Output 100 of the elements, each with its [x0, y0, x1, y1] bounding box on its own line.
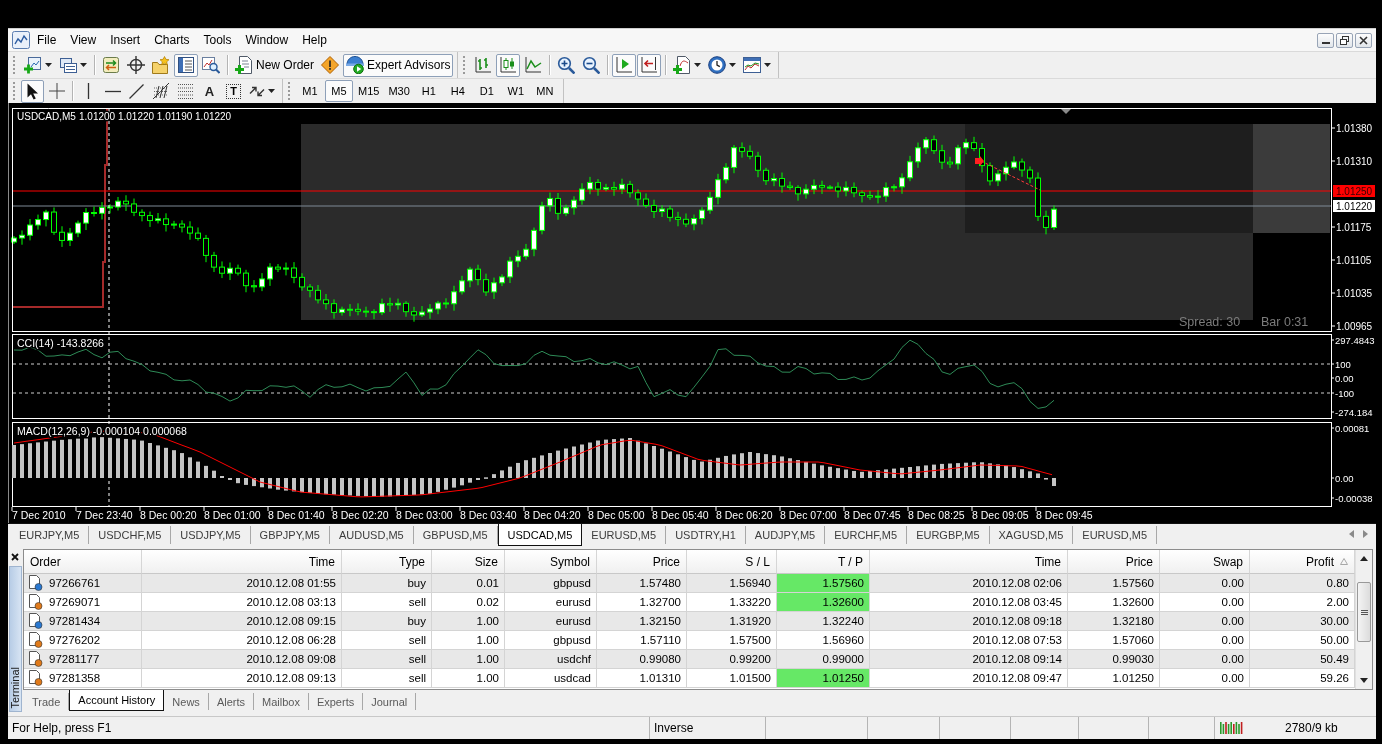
column-header[interactable]: Price — [597, 550, 687, 574]
column-header[interactable]: Swap — [1160, 550, 1250, 574]
terminal-tab[interactable]: Journal — [363, 693, 417, 710]
column-header[interactable]: Size — [432, 550, 505, 574]
price-label: 1.01175 — [1336, 222, 1372, 233]
chart-tab[interactable]: EURJPY,M5 — [10, 526, 90, 544]
indicator-axis-label: 0.00081 — [1335, 423, 1370, 434]
caret-icon — [694, 63, 702, 67]
indicator-title: CCI(14) -143.8266 — [17, 337, 104, 349]
status-text: For Help, press F1 — [12, 721, 112, 735]
column-header[interactable]: Time — [142, 550, 342, 574]
table-cell: 1.00 — [432, 669, 505, 688]
restore-button[interactable] — [1336, 32, 1353, 48]
candlesticks-button[interactable] — [496, 53, 521, 77]
table-cell: 97269071 — [49, 596, 101, 608]
terminal-tab[interactable]: Experts — [308, 693, 364, 710]
timeframe-button[interactable]: M5 — [325, 80, 353, 102]
chart-tab[interactable]: USDTRY,H1 — [666, 526, 746, 544]
time-label: 8 Dec 05:00 — [588, 509, 645, 521]
menu-item[interactable]: Insert — [103, 30, 148, 50]
timeframe-button[interactable]: MN — [530, 80, 559, 102]
restore-icon — [1340, 35, 1349, 45]
chart-tab[interactable]: XAGUSD,M5 — [989, 526, 1074, 544]
horizontal-line-icon — [104, 89, 121, 93]
table-cell: 1.01310 — [597, 669, 687, 688]
table-cell: 1.57560 — [777, 574, 870, 593]
timeframe-button[interactable]: D1 — [472, 80, 501, 102]
cursor-button[interactable] — [21, 79, 44, 103]
chart-tab[interactable]: AUDJPY,M5 — [745, 526, 826, 544]
crosshair-icon — [127, 56, 145, 74]
scroll-left-icon[interactable] — [1349, 530, 1354, 538]
column-header[interactable]: Symbol — [505, 550, 597, 574]
chart-tab[interactable]: EURGBP,M5 — [907, 526, 990, 544]
close-button[interactable] — [1355, 32, 1372, 48]
timeframe-button[interactable]: M1 — [296, 80, 324, 102]
caret-icon — [268, 89, 275, 93]
price-label: 1.01310 — [1336, 156, 1373, 167]
table-cell: sell — [342, 669, 432, 688]
timeframe-button[interactable]: M30 — [384, 80, 414, 102]
toolbar-grip[interactable] — [13, 56, 17, 74]
column-header[interactable]: Type — [342, 550, 432, 574]
column-header[interactable]: T / P — [777, 550, 870, 574]
timeframe-button[interactable]: M15 — [354, 80, 384, 102]
menu-item[interactable]: Help — [295, 30, 334, 50]
toolbar-grip[interactable] — [463, 56, 468, 74]
signal-bars-icon — [1220, 722, 1243, 734]
scrollbar-thumb[interactable] — [1357, 582, 1371, 642]
terminal-button[interactable] — [174, 53, 198, 77]
column-header[interactable]: Price — [1068, 550, 1160, 574]
time-label: 8 Dec 01:00 — [204, 509, 261, 521]
crosshair-button[interactable] — [124, 53, 148, 77]
expert-advisors-button[interactable]: Expert Advisors — [343, 53, 454, 77]
column-header[interactable]: Order — [24, 550, 142, 574]
timeframe-button[interactable]: W1 — [501, 80, 530, 102]
menu-item[interactable]: Charts — [147, 30, 197, 50]
text-tool-button[interactable]: A — [198, 79, 221, 103]
terminal-tab[interactable]: Alerts — [208, 693, 254, 710]
new-order-button[interactable]: New Order — [232, 53, 317, 77]
terminal-tab[interactable]: Mailbox — [254, 693, 309, 710]
chart-tab[interactable]: USDCAD,M5 — [497, 524, 583, 546]
timeframe-button[interactable]: H1 — [414, 80, 443, 102]
clock-icon — [708, 56, 727, 74]
time-label: 8 Dec 00:20 — [140, 509, 197, 521]
chart-tab[interactable]: GBPUSD,M5 — [413, 526, 498, 544]
time-label: 8 Dec 08:25 — [908, 509, 965, 521]
chart-tab[interactable]: GBPJPY,M5 — [250, 526, 330, 544]
chart-shift-button[interactable] — [637, 53, 662, 77]
menu-item[interactable]: File — [30, 30, 64, 50]
column-header[interactable]: Profit — [1250, 550, 1355, 574]
timeframe-button[interactable]: H4 — [443, 80, 472, 102]
terminal-tab[interactable]: News — [164, 693, 209, 710]
menu-item[interactable]: Window — [238, 30, 296, 50]
chart-tab[interactable]: EURUSD,M5 — [1073, 526, 1158, 544]
panel-close-button[interactable] — [9, 551, 21, 563]
indicator-axis-label: -100 — [1335, 388, 1354, 399]
toolbar-grip[interactable] — [13, 82, 17, 100]
toolbar-grip[interactable] — [288, 82, 292, 100]
close-icon — [11, 553, 19, 561]
column-header[interactable]: Time — [870, 550, 1068, 574]
time-label: 8 Dec 01:40 — [268, 509, 325, 521]
chart-tab[interactable]: USDCHF,M5 — [89, 526, 172, 544]
chart-plus-icon — [24, 56, 42, 74]
column-header[interactable]: S / L — [687, 550, 777, 574]
document-icon — [28, 651, 43, 667]
time-label: 8 Dec 09:05 — [972, 509, 1029, 521]
chart-tab[interactable]: EURCHF,M5 — [825, 526, 908, 544]
warning-button[interactable] — [318, 53, 342, 77]
chart-tab[interactable]: USDJPY,M5 — [171, 526, 251, 544]
menu-item[interactable]: View — [63, 30, 104, 50]
chart-tab[interactable]: EURUSD,M5 — [582, 526, 667, 544]
scroll-right-icon[interactable] — [1363, 530, 1368, 538]
cap-play-icon — [346, 56, 364, 74]
zoom-in-icon — [557, 56, 576, 74]
minimize-button[interactable] — [1317, 32, 1334, 48]
time-label: 8 Dec 07:00 — [780, 509, 837, 521]
label-tool-button[interactable]: T — [222, 79, 245, 103]
menu-item[interactable]: Tools — [196, 30, 239, 50]
chart-tab[interactable]: AUDUSD,M5 — [329, 526, 414, 544]
terminal-tab[interactable]: Account History — [69, 690, 165, 711]
document-icon — [28, 613, 43, 629]
